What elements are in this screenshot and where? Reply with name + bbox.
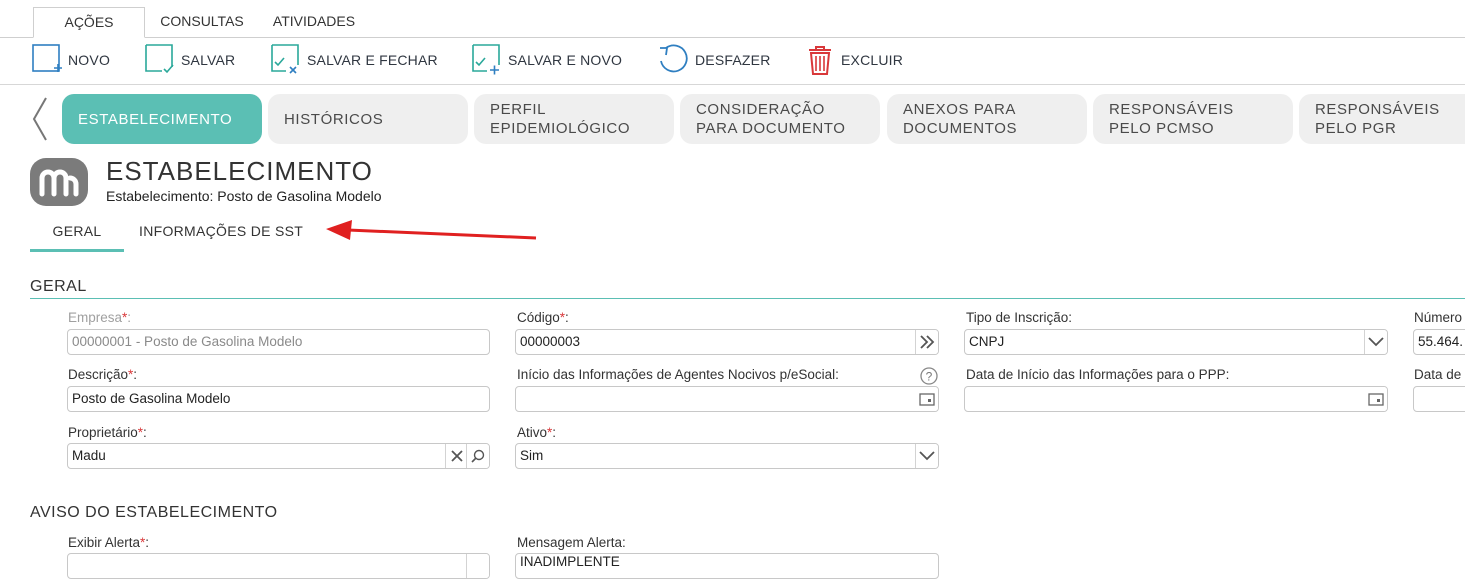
numero-field[interactable]: 55.464.: [1413, 329, 1465, 355]
mensagem-alerta-field[interactable]: INADIMPLENTE: [515, 553, 939, 579]
proprietario-value: Madu: [72, 448, 106, 463]
step-label: RESPONSÁVEIS PELO PGR: [1315, 101, 1440, 137]
tipo-inscricao-value: CNPJ: [969, 334, 1005, 349]
salvar-button[interactable]: SALVAR: [145, 44, 235, 76]
step-label: ANEXOS PARA DOCUMENTOS: [903, 101, 1018, 137]
svg-text:?: ?: [926, 370, 933, 384]
ativo-select[interactable]: Sim: [515, 443, 939, 469]
tab-consultas[interactable]: CONSULTAS: [158, 7, 246, 37]
subtab-informacoes-sst[interactable]: INFORMAÇÕES DE SST: [139, 223, 303, 249]
step-label: CONSIDERAÇÃO PARA DOCUMENTO: [696, 101, 846, 137]
page-title: ESTABELECIMENTO: [106, 156, 373, 186]
logo-m-icon: [39, 169, 79, 197]
menu-tab-bar: AÇÕES CONSULTAS ATIVIDADES: [0, 0, 1465, 38]
calendar-icon[interactable]: [916, 387, 938, 411]
section-divider: [30, 298, 1465, 299]
data-de-label: Data de: [1414, 367, 1462, 382]
trash-icon: [809, 46, 831, 75]
tipo-inscricao-label: Tipo de Inscrição:: [966, 310, 1073, 325]
ativo-value: Sim: [520, 448, 544, 463]
exibir-alerta-select[interactable]: [67, 553, 490, 579]
data-inicio-ppp-field[interactable]: [964, 386, 1388, 412]
descricao-label: Descrição*:: [68, 367, 138, 382]
annotation-arrow-icon: [326, 220, 537, 240]
numero-label: Número: [1414, 310, 1463, 325]
codigo-value: 00000003: [520, 334, 581, 349]
salvar-novo-button[interactable]: SALVAR E NOVO: [472, 44, 622, 76]
step-responsaveis-pgr[interactable]: RESPONSÁVEIS PELO PGR: [1299, 94, 1465, 144]
descricao-field[interactable]: Posto de Gasolina Modelo: [67, 386, 490, 412]
tab-atividades[interactable]: ATIVIDADES: [270, 7, 358, 37]
step-label: ESTABELECIMENTO: [78, 110, 233, 128]
proprietario-label: Proprietário*:: [68, 425, 147, 440]
subtab-geral[interactable]: GERAL: [30, 223, 124, 252]
search-icon[interactable]: [466, 444, 489, 468]
inicio-agentes-date-field[interactable]: [515, 386, 939, 412]
step-label: RESPONSÁVEIS PELO PCMSO: [1109, 101, 1234, 137]
empresa-label: Empresa*:: [68, 310, 132, 325]
section-title-geral: GERAL: [30, 278, 87, 295]
save-close-icon: [271, 44, 299, 74]
calendar-icon[interactable]: [1365, 387, 1387, 411]
excluir-label: EXCLUIR: [841, 52, 904, 68]
codigo-label: Código*:: [517, 310, 569, 325]
tipo-inscricao-select[interactable]: CNPJ: [964, 329, 1388, 355]
save-icon: [145, 44, 174, 74]
step-perfil-epidemiologico[interactable]: PERFIL EPIDEMIOLÓGICO: [474, 94, 674, 144]
chevron-down-icon[interactable]: [1364, 330, 1387, 354]
step-historicos[interactable]: HISTÓRICOS: [268, 94, 468, 144]
novo-button[interactable]: NOVO: [32, 44, 110, 76]
step-tabs: ESTABELECIMENTO HISTÓRICOS PERFIL EPIDEM…: [0, 94, 1465, 144]
double-chevron-right-icon[interactable]: [915, 330, 938, 354]
step-label: PERFIL EPIDEMIOLÓGICO: [490, 101, 631, 137]
undo-icon: [660, 44, 688, 73]
step-anexos-documentos[interactable]: ANEXOS PARA DOCUMENTOS: [887, 94, 1087, 144]
chevron-down-icon[interactable]: [466, 554, 489, 578]
excluir-button[interactable]: EXCLUIR: [805, 44, 903, 76]
toolbar: NOVO SALVAR SALVAR E FECHAR SALVAR E NOV…: [0, 37, 1465, 85]
step-estabelecimento[interactable]: ESTABELECIMENTO: [62, 94, 262, 144]
save-new-icon: [472, 44, 500, 75]
new-document-icon: [32, 44, 62, 72]
app-logo: [30, 158, 88, 206]
desfazer-button[interactable]: DESFAZER: [657, 44, 771, 76]
help-icon[interactable]: ?: [920, 367, 938, 385]
tab-acoes[interactable]: AÇÕES: [33, 7, 145, 38]
novo-label: NOVO: [68, 52, 111, 68]
codigo-field[interactable]: 00000003: [515, 329, 939, 355]
proprietario-field[interactable]: Madu: [67, 443, 490, 469]
clear-icon[interactable]: [445, 444, 468, 468]
step-responsaveis-pcmso[interactable]: RESPONSÁVEIS PELO PCMSO: [1093, 94, 1293, 144]
desfazer-label: DESFAZER: [695, 52, 771, 68]
salvar-fechar-button[interactable]: SALVAR E FECHAR: [271, 44, 438, 76]
salvar-fechar-label: SALVAR E FECHAR: [307, 52, 438, 68]
mensagem-alerta-label: Mensagem Alerta:: [517, 535, 626, 550]
inicio-agentes-label: Início das Informações de Agentes Nocivo…: [517, 367, 839, 382]
step-label: HISTÓRICOS: [284, 110, 384, 128]
page-subtitle: Estabelecimento: Posto de Gasolina Model…: [106, 188, 382, 204]
data-inicio-ppp-label: Data de Início das Informações para o PP…: [966, 367, 1230, 382]
empresa-field: 00000001 - Posto de Gasolina Modelo: [67, 329, 490, 355]
salvar-label: SALVAR: [181, 52, 236, 68]
exibir-alerta-label: Exibir Alerta*:: [68, 535, 150, 550]
step-consideracao-documento[interactable]: CONSIDERAÇÃO PARA DOCUMENTO: [680, 94, 880, 144]
chevron-down-icon[interactable]: [915, 444, 938, 468]
data-de-field[interactable]: [1413, 386, 1465, 412]
ativo-label: Ativo*:: [517, 425, 557, 440]
salvar-novo-label: SALVAR E NOVO: [508, 52, 623, 68]
section-title-aviso: AVISO DO ESTABELECIMENTO: [30, 504, 278, 521]
